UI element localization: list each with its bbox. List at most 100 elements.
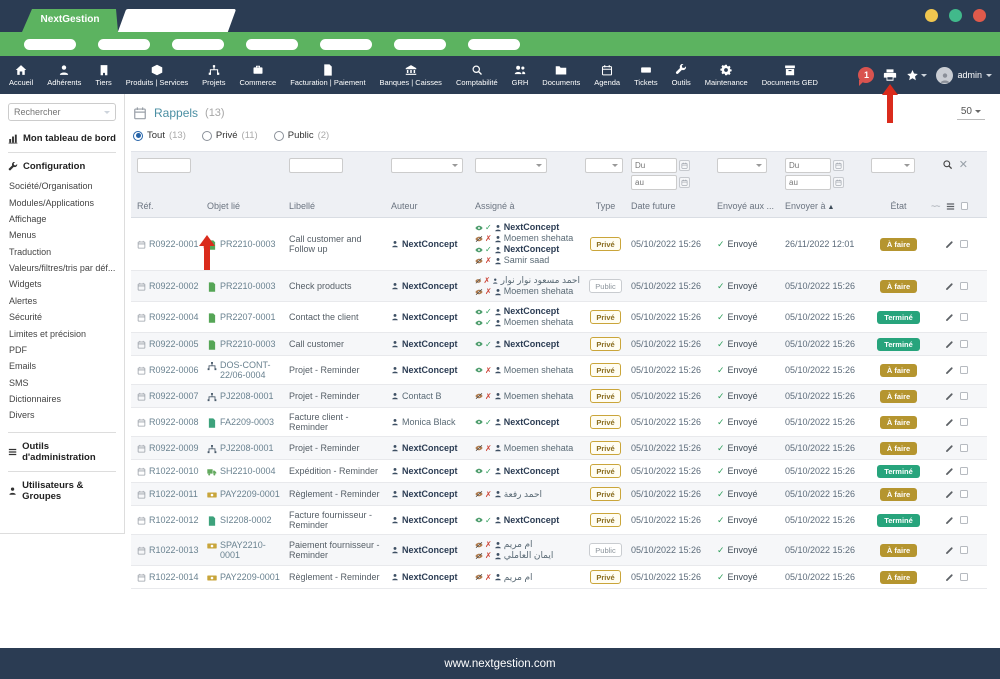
radio-option-tout[interactable]: Tout (13) xyxy=(133,130,186,141)
sidebar-item-dictionnaires[interactable]: Dictionnaires xyxy=(8,391,116,407)
edit-pencil-icon[interactable] xyxy=(945,366,954,375)
assignee-line[interactable]: ✗ ايمان العاملي xyxy=(475,550,580,561)
page-size-select[interactable]: 50 xyxy=(957,106,985,120)
edit-pencil-icon[interactable] xyxy=(945,573,954,582)
sidebar-item-pdf[interactable]: PDF xyxy=(8,342,116,358)
author-link[interactable]: Monica Black xyxy=(391,417,470,427)
edit-pencil-icon[interactable] xyxy=(945,516,954,525)
radio-button[interactable] xyxy=(202,131,212,141)
green-bar-pill[interactable] xyxy=(246,39,298,50)
edit-pencil-icon[interactable] xyxy=(945,240,954,249)
assignee-line[interactable]: ✓ NextConcept xyxy=(475,306,580,317)
row-checkbox[interactable] xyxy=(960,490,968,498)
nav-item-tickets[interactable]: Tickets xyxy=(627,56,664,94)
reminder-ref-link[interactable]: R0922-0007 xyxy=(149,391,199,401)
filter-ref-input[interactable] xyxy=(137,158,191,173)
sidebar-section-configuration[interactable]: Configuration xyxy=(8,161,116,172)
filter-date-future-to[interactable] xyxy=(631,175,677,190)
column-header-author[interactable]: Auteur xyxy=(391,201,475,211)
page-title[interactable]: Rappels xyxy=(154,106,198,120)
brand-tab[interactable]: NextGestion xyxy=(22,9,118,32)
sidebar-item-valeurs-filtres-tris-par-d-f[interactable]: Valeurs/filtres/tris par déf... xyxy=(8,260,116,276)
linked-object-link[interactable]: PR2210-0003 xyxy=(207,239,284,250)
author-link[interactable]: Contact B xyxy=(391,391,470,401)
filter-label-input[interactable] xyxy=(289,158,343,173)
green-bar-pill[interactable] xyxy=(98,39,150,50)
nav-item-banques-caisses[interactable]: Banques | Caisses xyxy=(373,56,449,94)
reminder-ref-link[interactable]: R0922-0005 xyxy=(149,339,199,349)
sidebar-item-limites-et-pr-cision[interactable]: Limites et précision xyxy=(8,325,116,341)
green-bar-pill[interactable] xyxy=(394,39,446,50)
nav-item-outils[interactable]: Outils xyxy=(665,56,698,94)
author-link[interactable]: NextConcept xyxy=(391,572,470,582)
assignee-line[interactable]: ✗ Moemen shehata xyxy=(475,443,580,454)
linked-object-link[interactable]: PJ2208-0001 xyxy=(207,443,284,454)
edit-pencil-icon[interactable] xyxy=(945,546,954,555)
assignee-line[interactable]: ✗ Moemen shehata xyxy=(475,233,580,244)
row-checkbox[interactable] xyxy=(960,282,968,290)
filter-send-at-to[interactable] xyxy=(785,175,831,190)
search-filter-button[interactable] xyxy=(942,159,953,170)
linked-object-link[interactable]: SH2210-0004 xyxy=(207,466,284,477)
edit-pencil-icon[interactable] xyxy=(945,418,954,427)
linked-object-link[interactable]: PR2210-0003 xyxy=(207,339,284,350)
reminder-ref-link[interactable]: R1022-0010 xyxy=(149,466,199,476)
nav-item-documents[interactable]: Documents xyxy=(535,56,587,94)
sidebar-item-alertes[interactable]: Alertes xyxy=(8,293,116,309)
printer-icon[interactable] xyxy=(883,68,897,82)
nav-item-projets[interactable]: Projets xyxy=(195,56,232,94)
nav-item-comptabilit[interactable]: Comptabilité xyxy=(449,56,505,94)
green-bar-pill[interactable] xyxy=(172,39,224,50)
edit-pencil-icon[interactable] xyxy=(945,313,954,322)
row-checkbox[interactable] xyxy=(960,392,968,400)
row-checkbox[interactable] xyxy=(960,444,968,452)
column-header-object[interactable]: Objet lié xyxy=(207,201,289,211)
sidebar-item-admin-tools[interactable]: Outils d'administration xyxy=(8,441,116,463)
radio-button[interactable] xyxy=(133,131,143,141)
author-link[interactable]: NextConcept xyxy=(391,312,470,322)
list-view-icon[interactable] xyxy=(946,200,955,210)
clear-filter-button[interactable]: ✕ xyxy=(959,158,968,171)
nav-item-adh-rents[interactable]: Adhérents xyxy=(40,56,88,94)
column-header-label[interactable]: Libellé xyxy=(289,201,391,211)
window-dot-red[interactable] xyxy=(973,9,986,22)
nav-item-maintenance[interactable]: Maintenance xyxy=(698,56,755,94)
assignee-line[interactable]: ✓ NextConcept xyxy=(475,466,580,477)
window-dot-green[interactable] xyxy=(949,9,962,22)
sidebar-item-soci-t-organisation[interactable]: Société/Organisation xyxy=(8,178,116,194)
author-link[interactable]: NextConcept xyxy=(391,515,470,525)
sidebar-item-widgets[interactable]: Widgets xyxy=(8,276,116,292)
row-checkbox[interactable] xyxy=(960,467,968,475)
linked-object-link[interactable]: SI2208-0002 xyxy=(207,515,284,526)
radio-button[interactable] xyxy=(274,131,284,141)
edit-pencil-icon[interactable] xyxy=(945,392,954,401)
reminder-ref-link[interactable]: R0922-0004 xyxy=(149,312,199,322)
author-link[interactable]: NextConcept xyxy=(391,489,470,499)
edit-pencil-icon[interactable] xyxy=(945,444,954,453)
author-link[interactable]: NextConcept xyxy=(391,545,470,555)
assignee-line[interactable]: ✗ Moemen shehata xyxy=(475,365,580,376)
row-checkbox[interactable] xyxy=(960,240,968,248)
assignee-line[interactable]: ✓ NextConcept xyxy=(475,417,580,428)
user-menu[interactable]: admin xyxy=(936,67,992,84)
nav-item-documents-ged[interactable]: Documents GED xyxy=(755,56,825,94)
reminder-ref-link[interactable]: R1022-0012 xyxy=(149,515,199,525)
sidebar-search[interactable] xyxy=(8,103,116,121)
reminder-ref-link[interactable]: R1022-0011 xyxy=(149,489,198,499)
author-link[interactable]: NextConcept xyxy=(391,466,470,476)
assignee-line[interactable]: ✗ Samir saad xyxy=(475,255,580,266)
reminder-ref-link[interactable]: R0922-0002 xyxy=(149,281,199,291)
column-header-type[interactable]: Type xyxy=(585,201,631,211)
row-checkbox[interactable] xyxy=(960,313,968,321)
column-header-sent-to[interactable]: Envoyé aux ... xyxy=(717,201,785,211)
nav-item-agenda[interactable]: Agenda xyxy=(587,56,627,94)
sidebar-item-affichage[interactable]: Affichage xyxy=(8,211,116,227)
sidebar-item-dashboard[interactable]: Mon tableau de bord xyxy=(8,133,116,144)
assignee-line[interactable]: ✓ NextConcept xyxy=(475,244,580,255)
green-bar-pill[interactable] xyxy=(468,39,520,50)
sidebar-item-s-curit[interactable]: Sécurité xyxy=(8,309,116,325)
nav-item-commerce[interactable]: Commerce xyxy=(233,56,284,94)
row-checkbox[interactable] xyxy=(960,573,968,581)
author-link[interactable]: NextConcept xyxy=(391,443,470,453)
calendar-picker-button[interactable] xyxy=(679,160,690,171)
